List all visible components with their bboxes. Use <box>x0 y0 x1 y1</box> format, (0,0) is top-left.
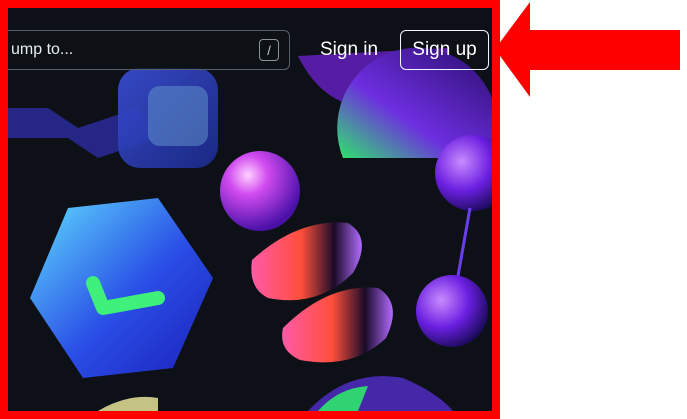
highlight-frame: ump to... / Sign in Sign up <box>0 0 500 419</box>
sign-up-button[interactable]: Sign up <box>400 30 489 70</box>
arrow-left-icon <box>495 2 680 97</box>
search-placeholder: ump to... <box>11 41 74 58</box>
sign-in-link[interactable]: Sign in <box>320 39 378 61</box>
search-shortcut-key: / <box>259 39 279 61</box>
search-input[interactable]: ump to... / <box>8 30 290 70</box>
